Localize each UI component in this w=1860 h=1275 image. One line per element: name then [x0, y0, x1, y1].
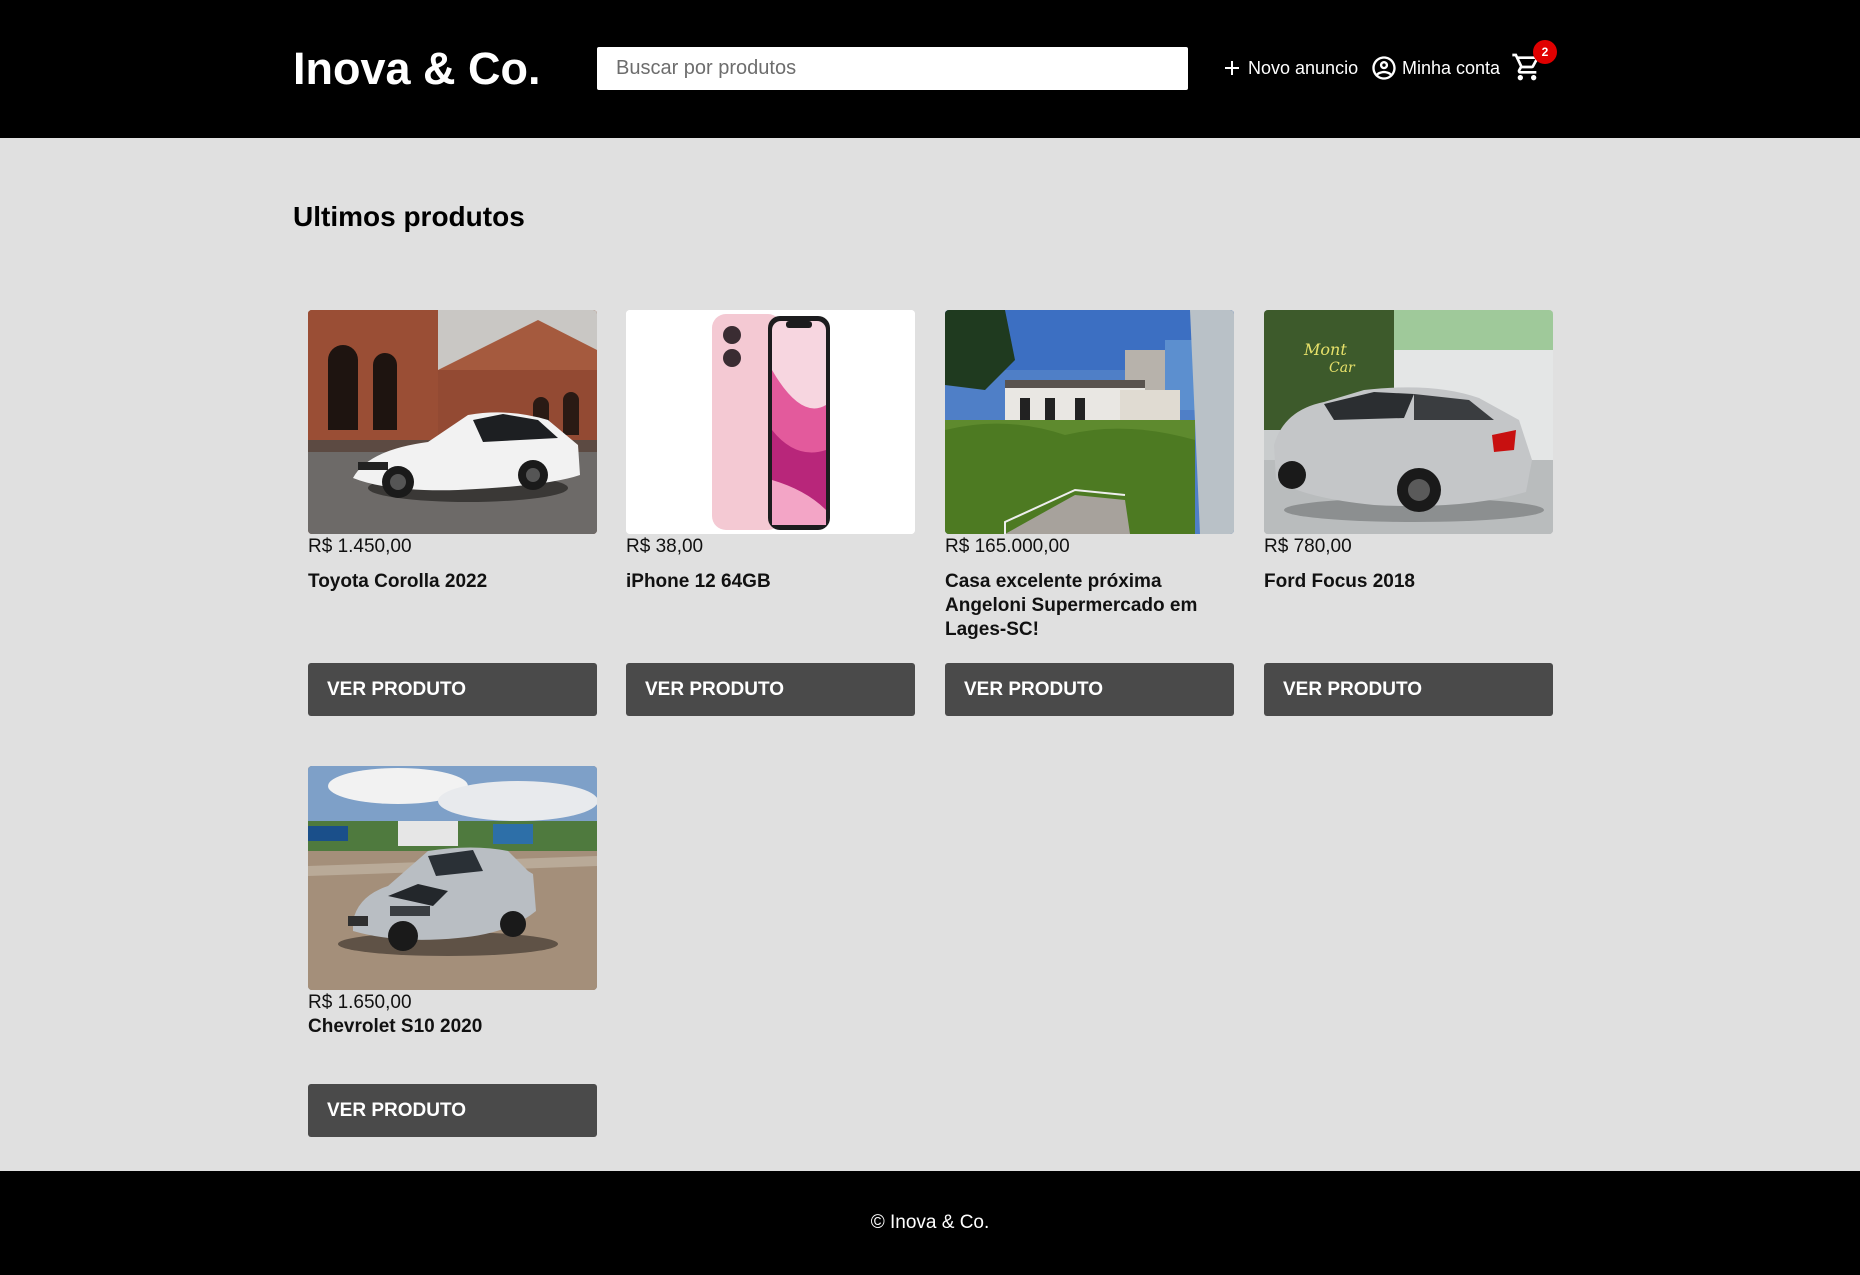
product-price: R$ 165.000,00 — [945, 536, 1070, 557]
product-image[interactable] — [945, 310, 1234, 534]
product-title: Ford Focus 2018 — [1264, 571, 1415, 592]
svg-text:Car: Car — [1329, 360, 1356, 376]
new-listing-label: Novo anuncio — [1248, 57, 1359, 78]
new-listing-link[interactable]: Novo anuncio — [1220, 52, 1358, 84]
page-title: Ultimos produtos — [293, 201, 525, 232]
site-logo[interactable]: Inova & Co. — [293, 44, 541, 94]
product-title: iPhone 12 64GB — [626, 571, 771, 592]
product-price: R$ 780,00 — [1264, 536, 1352, 557]
product-image[interactable]: Mont Car — [1264, 310, 1553, 534]
product-image[interactable] — [308, 310, 597, 534]
plus-icon — [1220, 56, 1244, 80]
product-price: R$ 1.650,00 — [308, 992, 412, 1013]
product-title: Toyota Corolla 2022 — [308, 571, 488, 592]
account-circle-icon — [1370, 54, 1398, 82]
view-product-button[interactable]: VER PRODUTO — [308, 1084, 597, 1137]
site-footer: © Inova & Co. — [0, 1171, 1860, 1275]
cart-icon — [1511, 53, 1543, 87]
cart-count-badge: 2 — [1533, 40, 1557, 64]
product-title: Casa excelente próxima Angeloni Supermer… — [945, 571, 1198, 640]
search-input[interactable] — [597, 47, 1188, 90]
view-product-button[interactable]: VER PRODUTO — [308, 663, 597, 716]
view-product-button[interactable]: VER PRODUTO — [1264, 663, 1553, 716]
product-price: R$ 38,00 — [626, 536, 704, 557]
account-label: Minha conta — [1402, 57, 1501, 78]
svg-text:Mont: Mont — [1303, 340, 1347, 359]
product-price: R$ 1.450,00 — [308, 536, 412, 557]
top-header: Inova & Co. Novo anuncio Minha conta 2 — [0, 0, 1860, 138]
footer-copyright: © Inova & Co. — [870, 1212, 990, 1233]
product-image[interactable] — [308, 766, 597, 990]
account-link[interactable]: Minha conta — [1370, 52, 1500, 84]
view-product-button[interactable]: VER PRODUTO — [626, 663, 915, 716]
view-product-button[interactable]: VER PRODUTO — [945, 663, 1234, 716]
product-title: Chevrolet S10 2020 — [308, 1016, 483, 1037]
product-image[interactable] — [626, 310, 915, 534]
